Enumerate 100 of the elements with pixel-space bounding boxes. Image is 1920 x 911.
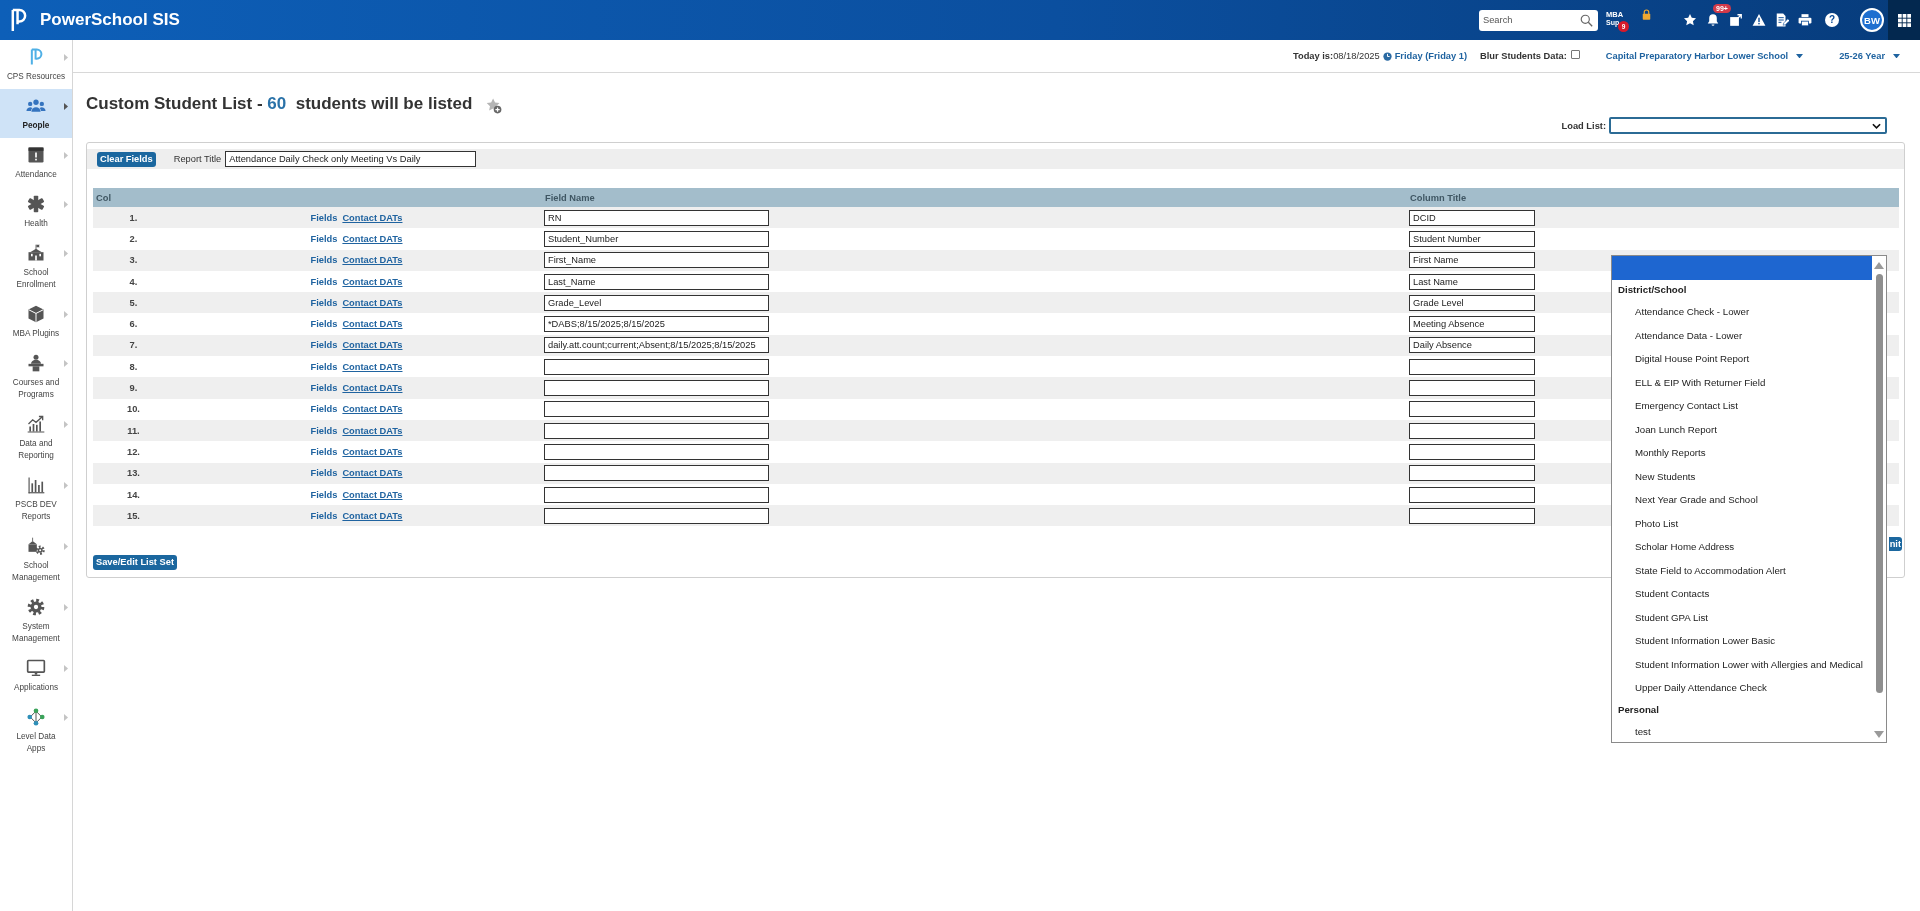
- contact-dats-link[interactable]: Contact DATs: [342, 425, 403, 436]
- contact-dats-link[interactable]: Contact DATs: [342, 340, 403, 351]
- scrollbar-thumb[interactable]: [1875, 274, 1883, 693]
- list-option[interactable]: Monthly Reports: [1612, 441, 1872, 465]
- column-title-input[interactable]: Last Name: [1409, 273, 1535, 290]
- fields-link[interactable]: Fields: [310, 361, 338, 372]
- fields-link[interactable]: Fields: [310, 255, 338, 266]
- blur-students-checkbox[interactable]: [1570, 50, 1580, 59]
- app-launcher-button[interactable]: [1888, 0, 1920, 40]
- contact-dats-link[interactable]: Contact DATs: [342, 233, 403, 244]
- field-name-input[interactable]: [544, 380, 769, 396]
- report-title-input[interactable]: Attendance Daily Check only Meeting Vs Daily: [225, 151, 477, 167]
- fields-link[interactable]: Fields: [310, 276, 338, 287]
- fields-link[interactable]: Fields: [310, 340, 338, 351]
- field-name-input[interactable]: [544, 401, 769, 418]
- sidebar-item[interactable]: People: [0, 89, 72, 138]
- list-option[interactable]: Photo List: [1612, 511, 1872, 535]
- list-option[interactable]: Upper Daily Attendance Check: [1612, 676, 1872, 700]
- list-option[interactable]: test: [1612, 719, 1872, 742]
- sidebar-item[interactable]: Data and Reporting: [0, 407, 72, 468]
- contact-dats-link[interactable]: Contact DATs: [342, 361, 403, 372]
- field-name-input[interactable]: *DABS;8/15/2025;8/15/2025: [544, 316, 769, 333]
- bell-icon[interactable]: [1706, 13, 1720, 27]
- list-option[interactable]: Scholar Home Address: [1612, 535, 1872, 559]
- fields-link[interactable]: Fields: [310, 489, 338, 500]
- clear-fields-button[interactable]: Clear Fields: [97, 151, 156, 167]
- search-icon[interactable]: [1580, 13, 1593, 27]
- sidebar-item[interactable]: School Management: [0, 529, 72, 590]
- list-option[interactable]: Digital House Point Report: [1612, 347, 1872, 371]
- list-option[interactable]: Student Information Lower Basic: [1612, 629, 1872, 653]
- field-name-input[interactable]: [544, 358, 769, 375]
- sidebar-item[interactable]: PSCB DEV Reports: [0, 468, 72, 529]
- column-title-input[interactable]: [1409, 380, 1535, 396]
- sidebar-item[interactable]: CPS Resources: [0, 40, 72, 89]
- fields-link[interactable]: Fields: [310, 425, 338, 436]
- list-option[interactable]: Joan Lunch Report: [1612, 417, 1872, 441]
- contact-dats-link[interactable]: Contact DATs: [342, 276, 403, 287]
- list-option[interactable]: Emergency Contact List: [1612, 394, 1872, 418]
- sidebar-item[interactable]: School Enrollment: [0, 236, 72, 297]
- fields-link[interactable]: Fields: [310, 319, 338, 330]
- column-title-input[interactable]: [1409, 401, 1535, 418]
- field-name-input[interactable]: daily.att.count;current;Absent;8/15/2025;8/15/2025: [544, 337, 769, 354]
- fields-link[interactable]: Fields: [310, 404, 338, 415]
- contact-dats-link[interactable]: Contact DATs: [342, 255, 403, 266]
- search-field[interactable]: Search: [1479, 9, 1598, 31]
- column-title-input[interactable]: Daily Absence: [1409, 337, 1535, 354]
- sidebar-item[interactable]: Attendance: [0, 138, 72, 187]
- sidebar-item[interactable]: System Management: [0, 590, 72, 651]
- logo-icon[interactable]: [9, 7, 28, 33]
- list-option[interactable]: Student GPA List: [1612, 605, 1872, 629]
- field-name-input[interactable]: First_Name: [544, 252, 769, 269]
- sidebar-item[interactable]: Health: [0, 187, 72, 236]
- list-option[interactable]: ELL & EIP With Returner Field: [1612, 370, 1872, 394]
- sidebar-item[interactable]: Courses and Programs: [0, 346, 72, 407]
- column-title-input[interactable]: [1409, 507, 1535, 524]
- column-title-input[interactable]: [1409, 486, 1535, 503]
- field-name-input[interactable]: Student_Number: [544, 230, 769, 247]
- school-selector[interactable]: Capital Preparatory Harbor Lower School: [1605, 51, 1804, 61]
- fields-link[interactable]: Fields: [310, 233, 338, 244]
- column-title-input[interactable]: Meeting Absence: [1409, 316, 1535, 333]
- sidebar-item[interactable]: MBA Plugins: [0, 297, 72, 346]
- sidebar-item[interactable]: Level Data Apps: [0, 700, 72, 761]
- contact-dats-link[interactable]: Contact DATs: [342, 510, 403, 521]
- fields-link[interactable]: Fields: [310, 383, 338, 393]
- field-name-input[interactable]: [544, 422, 769, 439]
- load-list-select[interactable]: [1609, 117, 1887, 134]
- field-name-input[interactable]: [544, 507, 769, 524]
- contact-dats-link[interactable]: Contact DATs: [342, 446, 403, 457]
- contact-dats-link[interactable]: Contact DATs: [342, 297, 403, 308]
- external-link-icon[interactable]: [1729, 13, 1743, 27]
- column-title-input[interactable]: DCID: [1409, 209, 1535, 226]
- fields-link[interactable]: Fields: [310, 297, 338, 308]
- column-title-input[interactable]: Grade Level: [1409, 294, 1535, 311]
- contact-dats-link[interactable]: Contact DATs: [342, 383, 403, 393]
- list-option[interactable]: State Field to Accommodation Alert: [1612, 558, 1872, 582]
- field-name-input[interactable]: [544, 465, 769, 482]
- submit-button[interactable]: nit: [1888, 537, 1902, 552]
- contact-dats-link[interactable]: Contact DATs: [342, 319, 403, 330]
- scroll-down-icon[interactable]: [1874, 731, 1884, 738]
- field-name-input[interactable]: Grade_Level: [544, 294, 769, 311]
- list-option[interactable]: Attendance Data - Lower: [1612, 323, 1872, 347]
- contact-dats-link[interactable]: Contact DATs: [342, 404, 403, 415]
- warning-icon[interactable]: [1752, 13, 1766, 27]
- star-plus-icon[interactable]: [486, 97, 503, 114]
- list-option[interactable]: Student Information Lower with Allergies and Medical: [1612, 652, 1872, 676]
- save-edit-list-button[interactable]: Save/Edit List Set: [93, 555, 178, 571]
- field-name-input[interactable]: [544, 486, 769, 503]
- clock-icon[interactable]: [1382, 51, 1392, 61]
- contact-dats-link[interactable]: Contact DATs: [342, 468, 403, 479]
- column-title-input[interactable]: [1409, 358, 1535, 375]
- fields-link[interactable]: Fields: [310, 446, 338, 457]
- field-name-input[interactable]: Last_Name: [544, 273, 769, 290]
- user-avatar[interactable]: BW: [1860, 8, 1884, 32]
- grid-icon[interactable]: [1897, 13, 1911, 27]
- day-link[interactable]: Friday (Friday 1): [1394, 51, 1467, 61]
- fields-link[interactable]: Fields: [310, 212, 338, 223]
- column-title-input[interactable]: [1409, 465, 1535, 482]
- field-name-input[interactable]: [544, 443, 769, 460]
- sidebar-item[interactable]: Applications: [0, 651, 72, 700]
- list-option[interactable]: Student Contacts: [1612, 582, 1872, 606]
